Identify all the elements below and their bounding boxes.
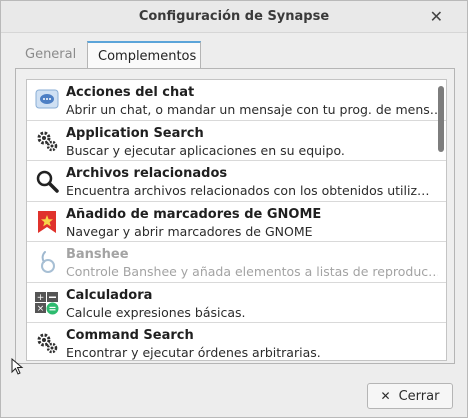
mouse-cursor-icon [11,358,24,375]
banshee-icon [35,250,59,274]
titlebar: Configuración de Synapse ✕ [1,1,467,33]
list-item[interactable]: Añadido de marcadores de GNOME Navegar y… [27,202,446,242]
plugin-name: Archivos relacionados [66,166,228,181]
close-button[interactable]: ✕ Cerrar [367,383,453,409]
gears-icon [35,129,59,153]
list-item[interactable]: Archivos relacionados Encuentra archivos… [27,161,446,202]
plugins-list: Acciones del chat Abrir un chat, o manda… [26,79,447,361]
plugin-name: Application Search [66,125,204,141]
tab-general[interactable]: General [15,41,87,69]
svg-text:×: × [37,304,45,314]
magnifier-icon [35,169,59,193]
plugin-name: Banshee [66,247,129,262]
synapse-settings-window: Configuración de Synapse ✕ General Compl… [0,0,468,418]
window-title: Configuración de Synapse [138,9,330,24]
plugin-description: Buscar y ejecutar aplicaciones en su equ… [66,142,345,158]
close-icon: ✕ [380,389,391,403]
bookmark-icon [35,210,59,234]
plugin-description: Navegar y abrir marcadores de GNOME [66,223,313,239]
list-item[interactable]: Banshee Controle Banshee y añada element… [27,242,446,283]
svg-text:+: + [37,293,45,303]
tab-complementos[interactable]: Complementos [87,41,201,69]
plugin-name: Calculadora [66,287,153,303]
plugin-name: Acciones del chat [66,85,195,100]
list-item[interactable]: Command Search Encontrar y ejecutar órde… [27,323,446,360]
list-item[interactable]: Application Search Buscar y ejecutar apl… [27,121,446,161]
plugin-description: Encuentra archivos relacionados con los … [66,183,430,198]
close-button-label: Cerrar [398,389,440,404]
plugin-description: Controle Banshee y añada elementos a lis… [66,264,438,279]
gears-icon [35,331,59,355]
list-item[interactable]: Acciones del chat Abrir un chat, o manda… [27,80,446,121]
plugin-description: Abrir un chat, o mandar un mensaje con t… [66,102,438,117]
window-close-icon[interactable]: ✕ [430,7,443,26]
plugin-description: Encontrar y ejecutar órdenes arbitrarias… [66,345,321,360]
calculator-icon: + × [35,291,59,315]
plugin-name: Añadido de marcadores de GNOME [66,206,322,222]
list-scrollbar[interactable] [438,86,444,152]
chat-icon [35,88,59,112]
plugin-name: Command Search [66,328,194,343]
plugins-panel: Acciones del chat Abrir un chat, o manda… [15,68,455,364]
plugin-description: Calcule expresiones básicas. [66,304,246,320]
list-item[interactable]: + × Calculadora Calcule expresiones bási… [27,283,446,323]
